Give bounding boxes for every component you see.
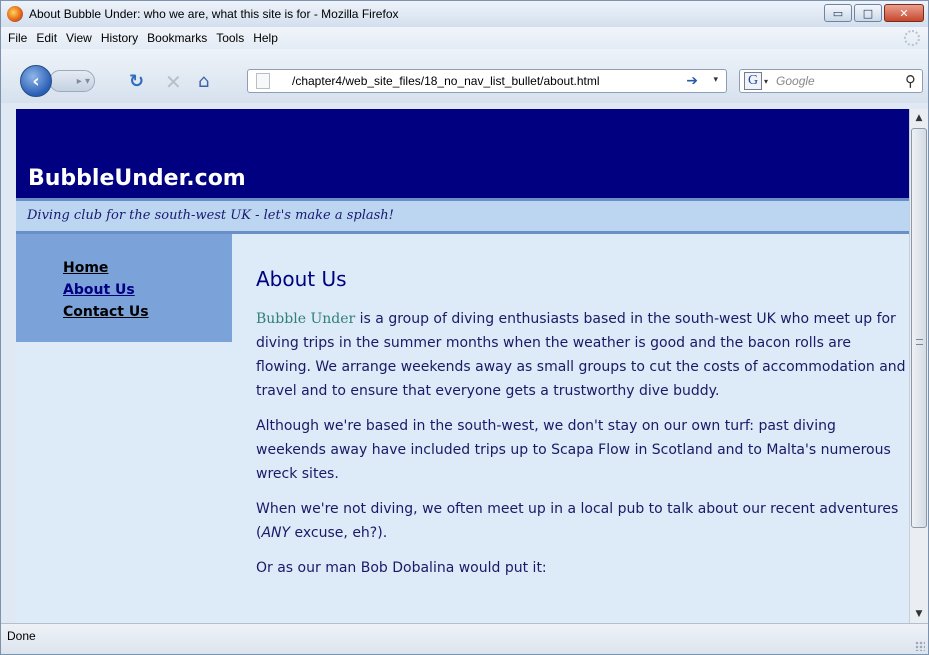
menu-file[interactable]: File [8,31,27,45]
reload-icon[interactable]: ↻ [129,73,144,91]
magnifier-icon[interactable]: ⚲ [905,72,916,90]
site-tagline: Diving club for the south-west UK - let'… [27,208,394,223]
menu-bookmarks[interactable]: Bookmarks [147,31,207,45]
status-bar: Done [1,623,928,654]
menu-bar: File Edit View History Bookmarks Tools H… [1,27,928,49]
url-history-dropdown-icon[interactable]: ▾ [713,75,718,85]
nav-link-home[interactable]: Home [63,257,149,279]
menu-view[interactable]: View [66,31,92,45]
nav-link-contact-us[interactable]: Contact Us [63,301,149,323]
title-bar: About Bubble Under: who we are, what thi… [1,1,928,27]
brand-name: Bubble Under [256,311,356,327]
intro-paragraph: Bubble Under is a group of diving enthus… [256,307,906,403]
minimize-button[interactable]: ▭ [824,4,852,22]
scroll-down-arrow-icon[interactable]: ▼ [910,605,928,623]
site-navigation: Home About Us Contact Us [16,234,232,342]
tagline-bar: Diving club for the south-west UK - let'… [16,198,909,234]
search-input[interactable]: Google [776,74,815,88]
address-bar[interactable]: /chapter4/web_site_files/18_no_nav_list_… [247,69,727,93]
home-icon[interactable]: ⌂ [198,73,209,91]
pub-paragraph: When we're not diving, we often meet up … [256,497,906,545]
firefox-icon [7,6,23,22]
menu-history[interactable]: History [101,31,138,45]
thumb-grip-icon [916,339,923,345]
menu-help[interactable]: Help [253,31,278,45]
menu-edit[interactable]: Edit [36,31,57,45]
engine-dropdown-icon[interactable]: ▾ [764,77,768,86]
quote-intro-paragraph: Or as our man Bob Dobalina would put it: [256,560,547,576]
google-engine-icon[interactable]: G [744,72,762,90]
page-viewport: BubbleUnder.com Diving club for the sout… [16,109,909,623]
url-input[interactable]: /chapter4/web_site_files/18_no_nav_list_… [292,74,600,88]
resize-grip-icon[interactable] [915,641,925,651]
search-bar[interactable]: G ▾ Google ⚲ [739,69,923,93]
window-title: About Bubble Under: who we are, what thi… [29,7,399,21]
pub-text-end: excuse, eh?). [290,525,388,541]
page-heading: About Us [256,267,347,291]
back-button[interactable]: ‹ [20,65,52,97]
stop-icon[interactable]: ✕ [165,72,182,92]
go-arrow-icon[interactable]: ➔ [686,73,698,89]
scroll-up-arrow-icon[interactable]: ▲ [910,109,928,127]
forward-button[interactable]: ▸ ▾ [49,70,95,92]
site-header: BubbleUnder.com [16,109,909,198]
pub-text-emphasis: ANY [261,525,291,541]
window-controls: ▭ □ ✕ [822,4,924,22]
vertical-scrollbar[interactable]: ▲ ▼ [909,109,928,623]
close-button[interactable]: ✕ [884,4,924,22]
main-content: About Us Bubble Under is a group of divi… [256,267,906,591]
page-icon [256,73,270,89]
nav-list: Home About Us Contact Us [63,257,149,323]
nav-link-about-us[interactable]: About Us [63,279,149,301]
location-paragraph: Although we're based in the south-west, … [256,418,891,482]
status-text: Done [7,629,36,643]
maximize-button[interactable]: □ [854,4,882,22]
menu-tools[interactable]: Tools [216,31,244,45]
browser-window: About Bubble Under: who we are, what thi… [0,0,929,655]
throbber-icon [904,30,920,46]
scroll-thumb[interactable] [911,128,927,528]
navigation-toolbar: ▸ ▾ ‹ ↻ ✕ ⌂ /chapter4/web_site_files/18_… [1,49,928,103]
site-title: BubbleUnder.com [28,166,246,191]
